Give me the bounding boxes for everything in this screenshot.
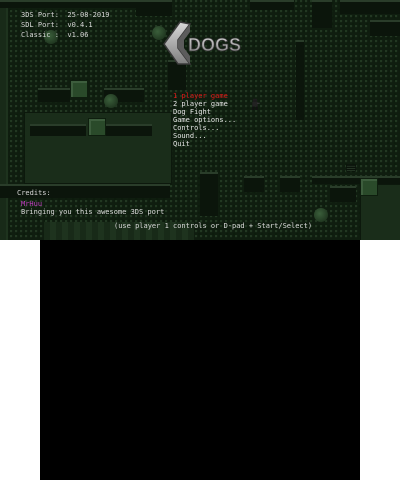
map-wall <box>244 176 264 192</box>
map-wall <box>340 0 400 14</box>
crate-icon <box>88 118 106 136</box>
controls-hint: (use player 1 controls or D-pad + Start/… <box>114 222 313 230</box>
credits-heading: Credits: <box>17 189 51 197</box>
classic-version: Classic : v1.06 <box>21 31 89 39</box>
top-screen: 3DS Port: 25-08-2019 SDL Port: v0.4.1 Cl… <box>0 0 400 240</box>
crate-icon <box>70 80 88 98</box>
map-wall <box>312 0 332 28</box>
menu-item-dog-fight[interactable]: Dog Fight <box>173 108 236 116</box>
vent-icon <box>346 164 356 172</box>
map-wall <box>136 0 172 16</box>
map-wall <box>296 40 304 120</box>
map-wall <box>330 186 356 202</box>
barrel-icon <box>104 94 118 108</box>
credits-message: Bringing you this awesome 3DS port <box>21 208 165 216</box>
menu-item-2-player-game[interactable]: 2 player game <box>173 100 236 108</box>
map-wall <box>30 124 86 136</box>
map-wall <box>370 20 400 36</box>
enemy-soldier-icon <box>252 98 260 110</box>
menu-item-game-options[interactable]: Game options... <box>173 116 236 124</box>
logo-text: DOGS <box>188 35 241 55</box>
map-wall <box>38 88 70 102</box>
crate-icon <box>360 178 378 196</box>
menu-item-controls[interactable]: Controls... <box>173 124 236 132</box>
barrel-icon <box>314 208 328 222</box>
cdogs-logo-icon: DOGS <box>163 21 241 65</box>
ds-port-version: 3DS Port: 25-08-2019 <box>21 11 110 19</box>
map-wall <box>0 0 140 8</box>
bottom-screen <box>40 240 360 480</box>
map-wall <box>250 0 294 10</box>
menu-item-1-player-game[interactable]: 1 player game <box>173 92 236 100</box>
menu-item-sound[interactable]: Sound... <box>173 132 236 140</box>
sdl-port-version: SDL Port: v0.4.1 <box>21 21 93 29</box>
map-wall <box>0 8 8 240</box>
map-wall <box>312 176 400 184</box>
map-wall <box>280 176 300 192</box>
credits-name: MrHuu <box>21 200 43 208</box>
map-wall <box>104 124 152 136</box>
menu-item-quit[interactable]: Quit <box>173 140 236 148</box>
main-menu: 1 player game 2 player game Dog Fight Ga… <box>173 92 236 148</box>
map-wall <box>200 172 218 216</box>
